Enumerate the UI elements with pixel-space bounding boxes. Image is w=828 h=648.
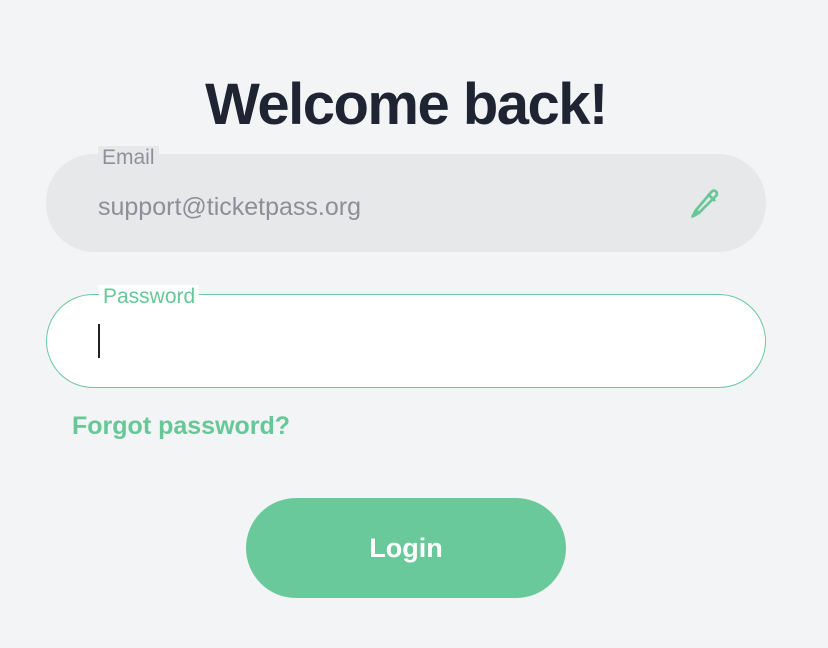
forgot-password-link[interactable]: Forgot password? [72, 410, 290, 442]
email-field: Email support@ticketpass.org [46, 146, 766, 252]
login-page: Welcome back! Email support@ticketpass.o… [0, 0, 828, 648]
password-input[interactable] [97, 321, 697, 361]
email-label: Email [98, 146, 159, 170]
pencil-edit-icon[interactable] [688, 187, 722, 221]
password-field: Password [46, 285, 766, 388]
password-label: Password [99, 285, 200, 309]
text-cursor [98, 324, 100, 358]
email-value: support@ticketpass.org [98, 193, 362, 221]
login-button[interactable]: Login [246, 498, 566, 598]
page-title: Welcome back! [205, 71, 608, 137]
